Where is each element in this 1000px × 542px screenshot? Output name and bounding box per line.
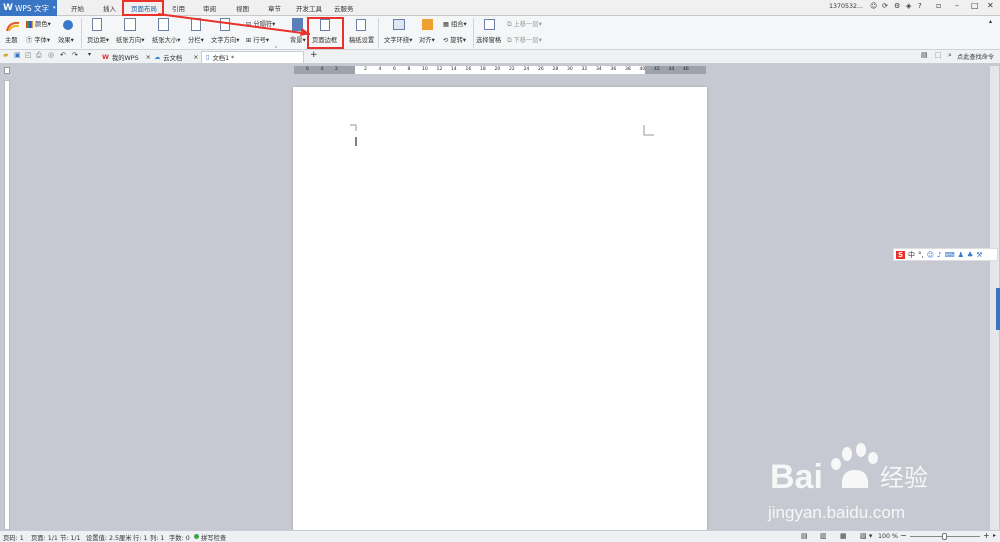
emoji-icon[interactable]: ☺ (927, 251, 934, 259)
ruler-tick-label: 30 (567, 67, 573, 72)
ruler-tick-label: 6 (393, 67, 396, 72)
new-tab-button[interactable]: + (310, 50, 318, 60)
document-icon: ▯ (206, 54, 210, 61)
ruler-tick-label: 26 (538, 67, 544, 72)
spell-check-icon (194, 534, 199, 539)
margin-marks (350, 124, 654, 146)
status-position[interactable]: 设置值: 2.5厘米 (86, 533, 132, 542)
ruler-tick-label: 2 (364, 67, 367, 72)
ruler-tick-label: 46 (683, 67, 689, 72)
tab-my-wps[interactable]: W 我的WPS × (98, 51, 155, 63)
mic-icon[interactable]: ♪ (937, 251, 941, 259)
status-word-count[interactable]: 字数: 0 (169, 533, 190, 542)
ruler-ticks: 6 4 2 2 4 6 8 10 12 14 16 18 20 22 24 26 28 30 32 34 36 38 40 4… (306, 66, 706, 74)
zoom-in-icon[interactable]: + (983, 531, 990, 540)
ruler-tick-label: 34 (596, 67, 602, 72)
search-icon[interactable]: ⌕ (948, 51, 952, 60)
status-bar: 页码: 1 页面: 1/1 节: 1/1 设置值: 2.5厘米 行: 1 列: … (0, 530, 1000, 542)
ruler-tick-label: 4 (378, 67, 382, 72)
comment-icon[interactable]: ▤ (921, 51, 928, 59)
brand-text-2: 经验 (880, 464, 928, 492)
baidu-watermark: Bai 经验 jingyan.baidu.com (760, 440, 960, 530)
ruler-tick-label: 44 (668, 67, 675, 72)
ruler-tick-label: 10 (422, 67, 428, 72)
web-view-icon[interactable]: ▥ (820, 532, 827, 540)
status-column[interactable]: 列: 1 (150, 533, 164, 542)
close-icon[interactable]: × (193, 54, 198, 61)
reading-view-icon[interactable]: ▧ ▾ (860, 532, 872, 540)
redo-icon[interactable]: ↷ (72, 51, 78, 59)
ime-toolbar[interactable]: S 中 °, ☺ ♪ ⌨ ♟ ♣ ⚒ (893, 248, 998, 261)
user-icon[interactable]: ♟ (958, 251, 964, 259)
ruler-toggle-icon[interactable] (4, 67, 10, 74)
save-icon[interactable]: ▣ (14, 51, 21, 59)
ruler-tick-label: 24 (523, 67, 530, 72)
ruler-tick-label: 18 (480, 67, 486, 72)
fit-icon[interactable]: ▸ (993, 532, 996, 539)
print-icon[interactable]: ⎙ (36, 51, 42, 60)
ruler-tick-label: 2 (335, 67, 338, 72)
ruler-tick-label: 16 (465, 67, 472, 72)
ruler-tick-label: 38 (625, 67, 631, 72)
paw-icon (831, 443, 878, 488)
zoom-level[interactable]: 100 % (878, 533, 898, 540)
share-icon[interactable]: ⬚ (935, 51, 942, 59)
ime-mode[interactable]: 中 (908, 250, 915, 260)
ruler-tick-label: 8 (407, 67, 411, 72)
outline-view-icon[interactable]: ▦ (840, 532, 847, 540)
status-pages[interactable]: 页面: 1/1 (31, 533, 58, 542)
export-pdf-icon[interactable]: ◰ (25, 51, 32, 59)
baidu-logo: Bai 经验 jingyan.baidu.com (767, 443, 928, 522)
skin-icon[interactable]: ♣ (967, 251, 973, 259)
chevron-down-icon[interactable]: ▾ (88, 51, 91, 58)
ruler-tick-label: 42 (654, 67, 660, 72)
open-folder-icon[interactable]: ▰ (3, 51, 8, 59)
tab-label: 文档1 * (212, 55, 235, 62)
tab-label: 我的WPS (111, 54, 139, 62)
ruler-tick-label: 12 (436, 67, 443, 72)
page-view-icon[interactable]: ▤ (801, 532, 808, 540)
tab-document1[interactable]: ▯ 文档1 * (201, 51, 304, 63)
command-search-input[interactable]: 点此查找命令 (957, 52, 994, 61)
zoom-out-icon[interactable]: − (900, 531, 907, 540)
cloud-icon: ☁ (154, 53, 161, 61)
wrench-icon[interactable]: ⚒ (976, 251, 982, 259)
status-spell-check[interactable]: 拼写检查 (201, 533, 226, 542)
ruler-tick-label: 36 (610, 67, 617, 72)
zoom-slider-thumb[interactable] (942, 533, 947, 540)
status-section[interactable]: 节: 1/1 (60, 533, 81, 542)
punctuation-icon[interactable]: °, (918, 251, 924, 259)
ruler-tick-label: 32 (581, 67, 588, 72)
brand-text: Bai (770, 458, 823, 496)
wps-icon: W (102, 53, 109, 61)
ruler-tick-label: 20 (494, 67, 501, 72)
document-page[interactable] (293, 87, 707, 532)
ruler-tick-label: 4 (320, 67, 324, 72)
preview-icon[interactable]: ◎ (48, 51, 54, 59)
watermark-url: jingyan.baidu.com (767, 503, 905, 522)
tab-cloud-docs[interactable]: ☁ 云文档 × (150, 51, 202, 63)
vertical-ruler[interactable] (4, 80, 10, 530)
ruler-tick-label: 22 (509, 67, 515, 72)
undo-icon[interactable]: ↶ (60, 51, 66, 59)
ruler-tick-label: 6 (306, 67, 309, 72)
margin-corner-top-left (350, 124, 357, 131)
ruler-tick-label: 40 (639, 67, 646, 72)
keyboard-icon[interactable]: ⌨ (945, 251, 955, 259)
document-tab-row: ▰ ▣ ◰ ⎙ ◎ ↶ ↷ ▾ W 我的WPS × ☁ 云文档 × ▯ 文档1 … (0, 50, 1000, 64)
tab-label: 云文档 (163, 54, 183, 62)
status-line[interactable]: 行: 1 (133, 533, 147, 542)
status-page-number[interactable]: 页码: 1 (3, 533, 24, 542)
ruler-tick-label: 28 (552, 67, 559, 72)
side-panel-handle[interactable] (996, 288, 1000, 330)
sogou-icon[interactable]: S (896, 250, 906, 259)
ruler-tick-label: 14 (451, 67, 457, 72)
margin-corner-top-right (643, 125, 654, 136)
